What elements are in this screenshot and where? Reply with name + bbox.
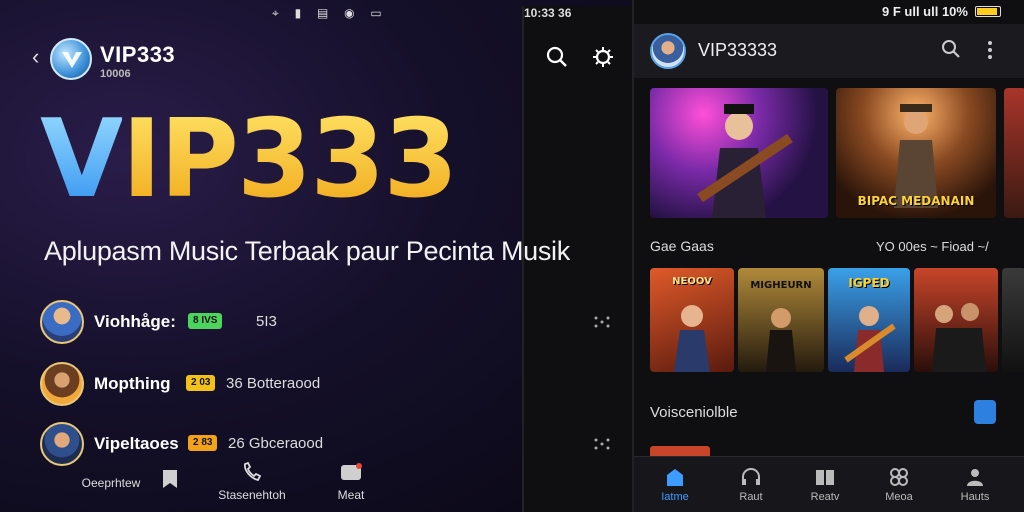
album-art xyxy=(932,303,986,372)
tab-label: Iatme xyxy=(661,491,689,503)
nav-item[interactable]: Oeeprhtew xyxy=(82,462,186,490)
tagline: Aplupasm Music Terbaak paur Pecinta Musi… xyxy=(44,236,570,266)
user-meta: 36 Botteraood xyxy=(226,375,321,392)
status-badge: 8 IVS xyxy=(188,313,223,329)
left-panel: ⌖ ▮ ▤ ◉ ▭ 10:33 36 ‹ VIP333 10006 VIP333… xyxy=(0,0,632,512)
card-caption: MIGHEURN xyxy=(750,280,812,291)
avatar xyxy=(40,300,84,344)
list-item[interactable]: Viohhåge: 8 IVS 5I3 xyxy=(40,300,620,346)
nav-label: Meat xyxy=(337,488,365,502)
artist-image xyxy=(697,104,793,218)
app-header: ‹ VIP333 10006 xyxy=(30,36,620,86)
avatar[interactable] xyxy=(650,33,686,69)
tab-label: Reatv xyxy=(810,491,840,503)
bookmark-icon xyxy=(163,470,177,488)
search-icon[interactable] xyxy=(940,38,962,60)
right-panel: 9 F ull ull 10% VIP33333 BIPAC MEDANAIN xyxy=(632,0,1024,512)
card-caption: IGPED xyxy=(848,276,890,290)
tab-hauts[interactable]: Hauts xyxy=(950,467,1000,503)
section-title: Gae Gaas xyxy=(650,238,714,254)
user-meta: 26 Gbceraood xyxy=(228,435,324,452)
featured-card-peek[interactable] xyxy=(1004,88,1024,218)
search-icon[interactable] xyxy=(544,44,570,70)
album-card-peek[interactable] xyxy=(1002,268,1024,372)
brand-logo: VIP333 xyxy=(40,97,459,222)
card-caption: BIPAC MEDANAIN xyxy=(857,194,975,208)
album-card[interactable] xyxy=(914,268,998,372)
tab-label: Hauts xyxy=(960,491,990,503)
home-icon xyxy=(667,469,683,486)
gear-icon[interactable] xyxy=(590,44,616,70)
more-dots-icon[interactable] xyxy=(592,314,612,330)
avatar xyxy=(40,362,84,406)
tab-bar: Iatme Raut Reatv Meoa Hauts xyxy=(634,456,1024,512)
album-card[interactable]: MIGHEURN xyxy=(738,268,824,372)
nav-label: Stasenehtoh xyxy=(218,488,286,502)
book-icon xyxy=(816,470,834,485)
nav-item[interactable]: Stasenehtoh xyxy=(212,462,292,502)
app-subtitle: 10006 xyxy=(100,68,131,80)
back-arrow-icon[interactable]: ‹ xyxy=(32,44,39,70)
status-icons: ⌖ ▮ ▤ ◉ ▭ xyxy=(272,6,388,20)
album-card[interactable]: IGPED xyxy=(828,268,910,372)
album-card[interactable]: NEOOV xyxy=(650,268,734,372)
status-text: 9 F ull ull 10% xyxy=(882,4,968,19)
user-icon xyxy=(967,469,983,486)
user-name: Viohhåge: xyxy=(94,312,176,331)
tab-label: Meoa xyxy=(885,491,913,503)
headphones-icon xyxy=(742,468,760,485)
status-badge: 2 83 xyxy=(188,435,218,451)
section-link[interactable]: YO 00es ~ Fioad ~/ xyxy=(876,239,989,254)
grid-icon xyxy=(890,468,908,486)
logo-icon xyxy=(50,38,92,80)
section-title: Voisceniolble xyxy=(650,404,738,421)
user-name: Mopthing xyxy=(94,374,171,393)
app-name: VIP333 xyxy=(100,42,176,67)
nav-label: Oeeprhtew xyxy=(81,476,141,490)
card-caption: NEOOV xyxy=(672,276,712,287)
top-bar: VIP33333 xyxy=(634,24,1024,78)
phone-icon xyxy=(244,462,262,482)
avatar xyxy=(40,422,84,466)
battery-icon xyxy=(974,6,1001,17)
tab-raut[interactable]: Raut xyxy=(726,467,776,503)
list-item[interactable]: Mopthing 2 03 36 Botteraood xyxy=(40,362,620,408)
featured-card[interactable]: BIPAC MEDANAIN xyxy=(836,88,996,218)
brand-rest: IP333 xyxy=(121,97,459,222)
chat-icon xyxy=(341,463,362,480)
tab-label: Raut xyxy=(739,491,763,503)
more-dots-icon[interactable] xyxy=(592,436,612,452)
app-title: VIP33333 xyxy=(698,40,778,60)
download-icon[interactable] xyxy=(974,400,996,424)
user-meta: 5I3 xyxy=(256,313,277,330)
status-badge: 2 03 xyxy=(186,375,216,391)
more-vertical-icon[interactable] xyxy=(986,40,994,60)
status-bar: 9 F ull ull 10% xyxy=(882,4,1001,19)
status-bar: ⌖ ▮ ▤ ◉ ▭ 10:33 36 xyxy=(0,6,632,512)
user-name: Vipeltaoes xyxy=(94,434,179,453)
nav-item[interactable]: Meat xyxy=(326,462,376,502)
tab-home[interactable]: Iatme xyxy=(650,467,700,503)
featured-card[interactable] xyxy=(650,88,828,218)
bottom-nav: Oeeprhtew Stasenehtoh Meat xyxy=(0,462,632,512)
list-item-peek xyxy=(650,446,710,456)
tab-meoa[interactable]: Meoa xyxy=(874,467,924,503)
tab-reatv[interactable]: Reatv xyxy=(800,467,850,503)
brand-v: V xyxy=(40,97,124,222)
